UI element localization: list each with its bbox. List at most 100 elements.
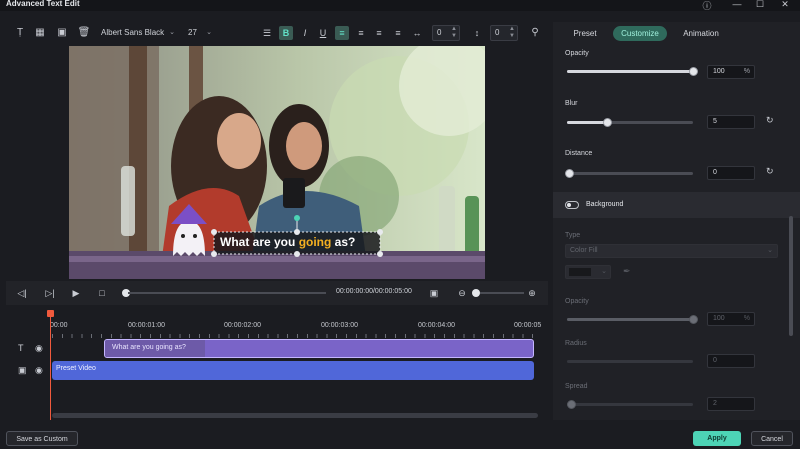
- video-track-icon: ▣: [18, 365, 27, 375]
- opacity-value: 100: [713, 68, 725, 75]
- caption-text[interactable]: What are you going as?: [220, 235, 355, 249]
- tab-customize[interactable]: Customize: [613, 26, 667, 41]
- progress-track[interactable]: [128, 292, 326, 294]
- previous-frame-icon[interactable]: ◁|: [14, 285, 30, 301]
- chevron-down-icon: ⌄: [206, 29, 212, 36]
- text-clip[interactable]: What are you going as?: [104, 339, 534, 358]
- type-label: Type: [565, 232, 581, 239]
- color-swatch: [569, 268, 591, 276]
- opacity-input[interactable]: 100 %: [707, 65, 755, 79]
- opacity-slider[interactable]: [567, 67, 698, 76]
- font-family-value: Albert Sans Black: [101, 28, 165, 37]
- slider-fill: [567, 121, 607, 124]
- italic-button[interactable]: I: [298, 26, 312, 40]
- zoom-knob[interactable]: [472, 289, 480, 297]
- spread-input[interactable]: 2: [707, 397, 755, 411]
- bold-button[interactable]: B: [279, 26, 293, 40]
- text-icon[interactable]: Ṭ: [12, 25, 28, 41]
- ruler-label: 00:00: [50, 322, 68, 329]
- bg-opacity-input[interactable]: 100 %: [707, 312, 755, 326]
- letter-spacing-value: 0: [437, 28, 442, 37]
- spread-label: Spread: [565, 383, 588, 390]
- delete-icon[interactable]: 🗑: [76, 25, 92, 41]
- radius-label: Radius: [565, 340, 587, 347]
- help-icon[interactable]: ⓘ: [700, 0, 714, 12]
- minimize-icon[interactable]: —: [730, 0, 744, 9]
- font-size-value: 27: [188, 28, 197, 37]
- background-label: Background: [586, 201, 624, 208]
- zoom-track[interactable]: [480, 292, 524, 294]
- play-icon[interactable]: ▶: [68, 285, 84, 301]
- maximize-icon[interactable]: ☐: [753, 0, 767, 10]
- stepper-icon[interactable]: ▲ ▼: [509, 26, 515, 40]
- apply-button[interactable]: Apply: [693, 431, 741, 446]
- slider-knob[interactable]: [689, 67, 698, 76]
- align-right-button[interactable]: ≡: [372, 26, 386, 40]
- eye-icon[interactable]: ◉: [35, 365, 43, 376]
- align-justify-button[interactable]: ≡: [391, 26, 405, 40]
- align-center-button[interactable]: ≡: [354, 26, 368, 40]
- reset-icon[interactable]: ↻: [766, 115, 774, 126]
- letter-spacing-input[interactable]: 0 ▲ ▼: [432, 25, 460, 41]
- opacity-unit: %: [743, 68, 750, 75]
- ruler-label: 00:00:05: [514, 322, 542, 329]
- zoom-out-icon[interactable]: ⊖: [454, 285, 470, 301]
- radius-input[interactable]: 0: [707, 354, 755, 368]
- fullscreen-icon[interactable]: ▣: [426, 285, 442, 301]
- timeline-scrollbar[interactable]: [52, 413, 538, 418]
- panel-scrollbar[interactable]: [789, 216, 793, 336]
- zoom-fit-icon[interactable]: ⚲: [527, 25, 543, 41]
- underline-button[interactable]: U: [316, 26, 330, 40]
- stop-icon[interactable]: □: [94, 285, 110, 301]
- tab-preset[interactable]: Preset: [567, 26, 603, 41]
- slider-fill: [567, 318, 693, 321]
- slider-knob[interactable]: [603, 118, 612, 127]
- cancel-button[interactable]: Cancel: [751, 431, 793, 446]
- bg-opacity-unit: %: [743, 315, 750, 322]
- save-as-custom-button[interactable]: Save as Custom: [6, 431, 78, 446]
- bg-opacity-label: Opacity: [565, 298, 589, 305]
- blur-value: 5: [713, 118, 717, 125]
- video-preview[interactable]: What are you going as?: [69, 46, 485, 279]
- reset-icon[interactable]: ↻: [766, 166, 774, 177]
- distance-input[interactable]: 0: [707, 166, 755, 180]
- slider-knob[interactable]: [565, 169, 574, 178]
- font-family-dropdown[interactable]: Albert Sans Black ⌄: [101, 25, 175, 41]
- slider-knob[interactable]: [689, 315, 698, 324]
- bg-opacity-slider[interactable]: [567, 315, 698, 324]
- color-picker[interactable]: ⌄: [565, 265, 611, 279]
- distance-label: Distance: [565, 150, 593, 157]
- stepper-icon[interactable]: ▲ ▼: [451, 26, 457, 40]
- blur-slider[interactable]: [567, 118, 693, 127]
- slider-knob[interactable]: [567, 400, 576, 409]
- tab-animation[interactable]: Animation: [677, 26, 725, 41]
- transform-icon[interactable]: ▦: [32, 25, 48, 41]
- align-left-button[interactable]: ≡: [335, 26, 349, 40]
- font-size-dropdown[interactable]: 27 ⌄: [188, 25, 212, 41]
- blur-input[interactable]: 5: [707, 115, 755, 129]
- spread-slider[interactable]: [567, 400, 693, 409]
- line-spacing-input[interactable]: 0 ▲ ▼: [490, 25, 518, 41]
- type-value: Color Fill: [570, 247, 598, 254]
- text-track-icon: T: [18, 343, 24, 353]
- line-spacing-icon: ↕: [474, 28, 480, 38]
- distance-slider[interactable]: [565, 169, 693, 178]
- text-clip-label: What are you going as?: [112, 344, 186, 351]
- eye-icon[interactable]: ◉: [35, 343, 43, 354]
- image-icon[interactable]: ▣: [54, 25, 70, 41]
- align-icon[interactable]: ☰: [260, 26, 274, 40]
- chevron-down-icon: ⌄: [169, 29, 175, 36]
- zoom-in-icon[interactable]: ⊕: [524, 285, 540, 301]
- bg-opacity-value: 100: [713, 315, 725, 322]
- close-icon[interactable]: ✕: [778, 0, 792, 10]
- spread-value: 2: [713, 400, 717, 407]
- playhead[interactable]: [50, 312, 51, 420]
- radius-slider[interactable]: [567, 360, 693, 363]
- play-from-start-icon[interactable]: ▷|: [42, 285, 58, 301]
- caption-highlight: going: [298, 235, 332, 249]
- type-select[interactable]: Color Fill ⌄: [565, 244, 778, 258]
- eyedropper-icon[interactable]: ✒: [623, 266, 631, 277]
- background-toggle[interactable]: [565, 201, 579, 209]
- slider-fill: [567, 70, 693, 73]
- video-clip[interactable]: Preset Video: [52, 361, 534, 380]
